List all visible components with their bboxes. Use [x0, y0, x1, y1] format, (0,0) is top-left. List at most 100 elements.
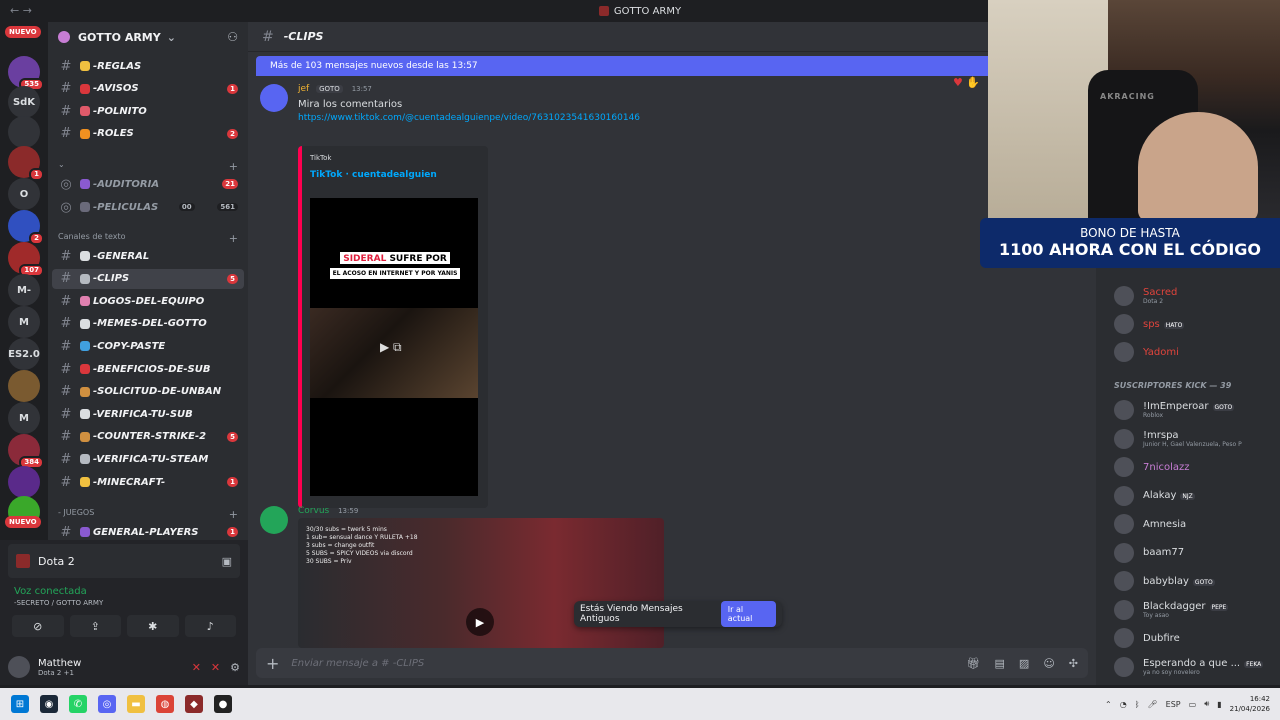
folder-icon[interactable]: ▬ — [127, 695, 145, 713]
activities-button[interactable]: ✱ — [127, 615, 179, 637]
emoji-icon[interactable]: ☺ — [1043, 657, 1054, 670]
member-item[interactable]: 7nicolazz — [1114, 457, 1274, 477]
member-item[interactable]: Dubfire — [1114, 628, 1274, 648]
discord-icon[interactable]: ◎ — [98, 695, 116, 713]
channel-item[interactable]: # -ROLES 2 — [52, 124, 244, 144]
channel-item[interactable]: # -CLIPS 5 — [52, 268, 244, 289]
author-name[interactable]: Corvus — [298, 506, 329, 516]
channel-item[interactable]: # -MINECRAFT- 1 — [52, 472, 244, 492]
channel-item[interactable]: # LOGOS-DEL-EQUIPO — [52, 291, 244, 311]
member-item[interactable]: sps HATO — [1114, 314, 1274, 334]
obs-icon[interactable]: ● — [214, 695, 232, 713]
activity-card[interactable]: Dota 2 ▣ — [8, 544, 240, 578]
composer-placeholder[interactable]: Enviar mensaje a # -CLIPS — [291, 658, 424, 669]
guild-header[interactable]: GOTTO ARMY ⌄ ⚇ — [48, 22, 248, 52]
new-messages-bar[interactable]: Más de 103 mensajes nuevos desde las 13:… — [256, 56, 996, 76]
clock[interactable]: 16:42 21/04/2026 — [1230, 694, 1270, 714]
server-icon[interactable]: 535 — [8, 56, 44, 91]
member-item[interactable]: Amnesia — [1114, 514, 1274, 534]
plus-icon[interactable]: + — [229, 160, 238, 173]
screen-share-button[interactable]: ⇪ — [69, 615, 121, 637]
server-icon[interactable]: SdK — [8, 86, 40, 118]
server-icon[interactable]: M- — [8, 274, 40, 306]
chrome-icon[interactable]: ◍ — [156, 695, 174, 713]
sticker-icon[interactable]: ▨ — [1019, 657, 1029, 670]
avatar[interactable] — [260, 84, 288, 112]
windows-start-icon[interactable]: ⊞ — [11, 695, 29, 713]
member-item[interactable]: !ImEmperoar GOTO Roblox — [1114, 400, 1274, 420]
channel-item[interactable]: # -REGLAS — [52, 56, 244, 76]
wifi-icon[interactable]: ◔ — [1120, 700, 1127, 709]
chevron-up-icon[interactable]: ⌃ — [1105, 700, 1112, 709]
category-header[interactable]: ⌄ + — [58, 160, 238, 173]
language-indicator[interactable]: ESP — [1166, 700, 1181, 709]
server-icon[interactable] — [8, 466, 40, 498]
volume-icon[interactable]: 🔊︎ — [1204, 699, 1209, 709]
member-item[interactable]: Sacred Dota 2 — [1114, 286, 1274, 306]
video-attachment[interactable]: 30/30 subs = twerk 5 mins 1 sub= sensual… — [298, 518, 664, 648]
plus-icon[interactable]: + — [229, 508, 238, 521]
avatar[interactable] — [260, 506, 288, 534]
channel-item[interactable]: # -POLNITO — [52, 101, 244, 121]
server-icon[interactable] — [8, 370, 40, 402]
play-icon[interactable]: ▶ ⧉ — [380, 340, 402, 355]
channel-item[interactable]: # -BENEFICIOS-DE-SUB — [52, 359, 244, 379]
channel-item[interactable]: ◎ -PELICULAS 00 561 — [52, 197, 244, 217]
battery-icon[interactable]: ▮ — [1217, 700, 1221, 709]
dota-icon[interactable]: ◆ — [185, 695, 203, 713]
stream-icon[interactable]: ▣ — [222, 555, 232, 568]
embed-title[interactable]: TikTok · cuentadealguien — [310, 170, 437, 180]
soundboard-button[interactable]: ♪ — [184, 615, 236, 637]
play-icon[interactable]: ▶ — [466, 608, 494, 636]
channel-item[interactable]: # -VERIFICA-TU-SUB — [52, 404, 244, 424]
gift-icon[interactable]: 🎁︎ — [967, 657, 981, 670]
plus-icon[interactable]: + — [266, 654, 279, 673]
message-link[interactable]: https://www.tiktok.com/@cuentadealguienp… — [298, 113, 640, 123]
steam-icon[interactable]: ◉ — [40, 695, 58, 713]
member-item[interactable]: Yadomi — [1114, 342, 1274, 362]
author-name[interactable]: jef — [298, 84, 309, 94]
channel-item[interactable]: ◎ -AUDITORIA 21 — [52, 174, 244, 194]
server-icon[interactable] — [8, 116, 40, 148]
server-icon[interactable]: M — [8, 402, 40, 434]
whatsapp-icon[interactable]: ✆ — [69, 695, 87, 713]
message-composer[interactable]: + Enviar mensaje a # -CLIPS 🎁︎ ▤ ▨ ☺ ✣ — [256, 648, 1088, 678]
server-icon[interactable]: O — [8, 178, 40, 210]
member-item[interactable]: Blackdagger PEPE Toy asao — [1114, 599, 1274, 620]
avatar[interactable] — [8, 656, 30, 678]
member-item[interactable]: babyblay GOTO — [1114, 571, 1274, 591]
camera-off-button[interactable]: ⊘ — [12, 615, 64, 637]
channel-item[interactable]: # -VERIFICA-TU-STEAM — [52, 449, 244, 469]
server-icon[interactable]: 107 — [8, 242, 44, 277]
channel-item[interactable]: # -AVISOS 1 — [52, 79, 244, 99]
bluetooth-icon[interactable]: ᛒ — [1135, 700, 1140, 709]
voice-status[interactable]: Voz conectada — [14, 586, 234, 597]
channel-item[interactable]: # -SOLICITUD-DE-UNBAN — [52, 382, 244, 402]
embed-video[interactable]: SIDERAL SUFRE POR EL ACOSO EN INTERNET Y… — [310, 198, 478, 496]
back-forward-icon[interactable]: ← → — [10, 4, 32, 17]
mute-icon[interactable]: ✕ — [192, 661, 201, 674]
plus-icon[interactable]: + — [229, 232, 238, 245]
server-icon[interactable]: 384 — [8, 434, 44, 469]
member-item[interactable]: Alakay NJZ — [1114, 485, 1274, 506]
gif-icon[interactable]: ▤ — [995, 657, 1005, 670]
server-icon[interactable]: 2 — [8, 210, 44, 245]
deafen-icon[interactable]: ✕ — [211, 661, 220, 674]
network-icon[interactable]: ▭ — [1189, 700, 1197, 709]
add-user-icon[interactable]: ⚇ — [227, 30, 238, 44]
apps-icon[interactable]: ✣ — [1069, 657, 1078, 670]
gear-icon[interactable]: ⚙ — [230, 661, 240, 674]
category-header[interactable]: - JUEGOS + — [58, 508, 238, 521]
server-icon[interactable]: 1 — [8, 146, 44, 181]
server-icon[interactable]: ES2.0 — [8, 338, 40, 370]
channel-item[interactable]: # -MEMES-DEL-GOTTO — [52, 314, 244, 334]
channel-item[interactable]: # -COUNTER-STRIKE-2 5 — [52, 427, 244, 447]
jump-to-present-button[interactable]: Ir al actual — [720, 601, 776, 627]
member-item[interactable]: !mrspa Junior H, Gael Valenzuela, Peso P — [1114, 428, 1274, 449]
category-header[interactable]: Canales de texto + — [58, 232, 238, 245]
mic-icon[interactable]: 🎤︎ — [1148, 700, 1158, 709]
member-item[interactable]: Esperando a que ... FEKA ya no soy noveler… — [1114, 656, 1274, 677]
channel-item[interactable]: # GENERAL-PLAYERS 1 — [52, 522, 244, 540]
channel-item[interactable]: # -COPY-PASTE — [52, 336, 244, 356]
voice-channel-name[interactable]: -SECRETO / GOTTO ARMY — [14, 599, 234, 607]
